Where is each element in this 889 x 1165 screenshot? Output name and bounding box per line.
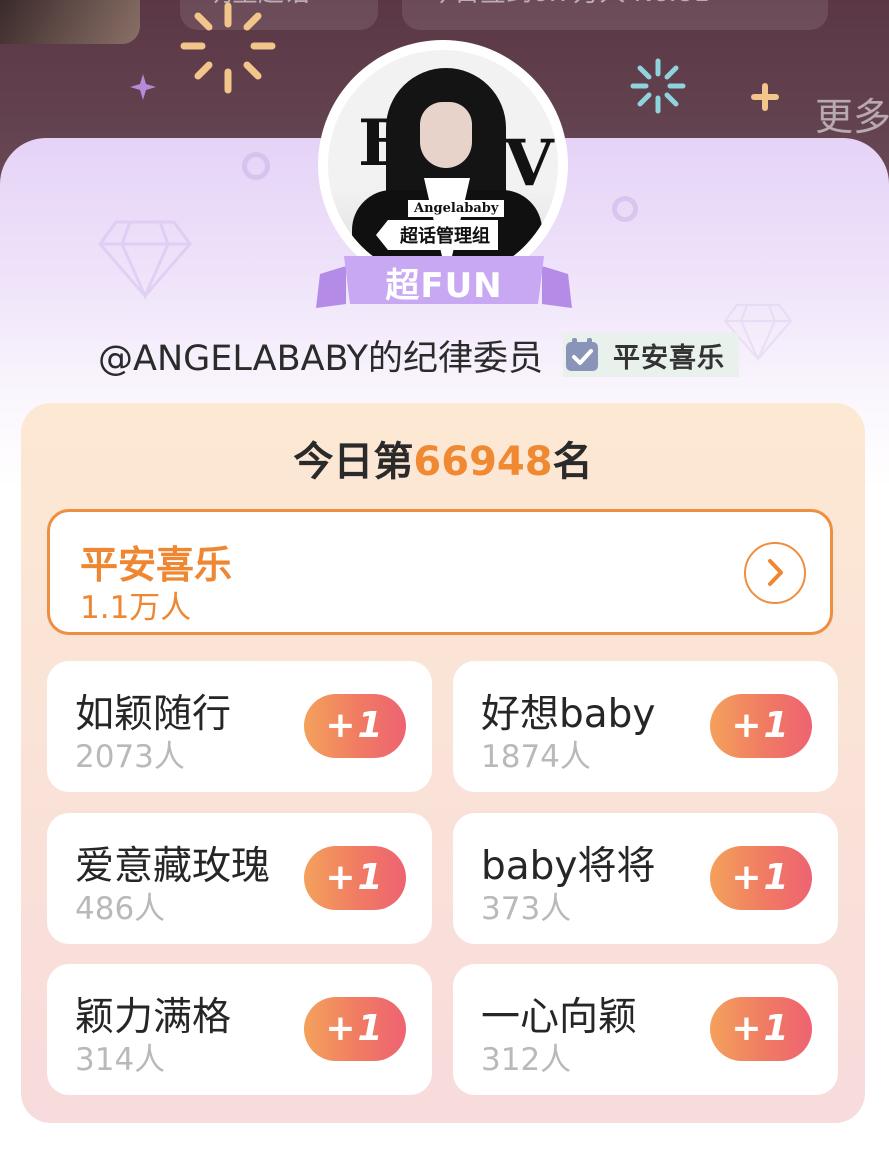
featured-title-option[interactable]: 平安喜乐 1.1万人 — [47, 509, 833, 635]
user-row: @ANGELABABY的纪律委员 平安喜乐 — [98, 330, 740, 381]
plus-one-button[interactable]: +1 — [710, 997, 812, 1061]
header-pill-checkin-stats-label: 今日签到6.7万人 No.81 — [428, 0, 710, 8]
rank-title: 今日第66948名 — [21, 429, 865, 487]
checkin-rank-card: 今日第66948名 平安喜乐 1.1万人 如颖随行 2073人 +1 好想bab… — [21, 403, 865, 1123]
username[interactable]: @ANGELABABY的纪律委员 — [98, 330, 543, 381]
title-option-count: 1874人 — [481, 739, 591, 775]
title-option[interactable]: 颖力满格 314人 +1 — [47, 964, 432, 1095]
community-cover-thumbnail[interactable] — [0, 0, 140, 44]
chevron-right-icon[interactable] — [744, 542, 806, 604]
title-option-count: 312人 — [481, 1042, 572, 1078]
sparkle-icon — [630, 58, 686, 114]
plus-sparkle-icon — [751, 83, 779, 111]
sparkle-icon — [180, 2, 276, 94]
title-option[interactable]: 好想baby 1874人 +1 — [453, 661, 838, 792]
avatar-magazine-letter: V — [504, 126, 554, 201]
avatar-caption-group: 超话管理组 — [376, 220, 498, 250]
title-option-count: 314人 — [75, 1042, 166, 1078]
plus-one-button[interactable]: +1 — [710, 694, 812, 758]
star-sparkle-icon — [130, 74, 156, 100]
avatar-caption-name: Angelababy — [408, 200, 505, 217]
more-link[interactable]: 更多 — [815, 86, 889, 141]
title-option-count: 2073人 — [75, 739, 185, 775]
featured-title-name: 平安喜乐 — [80, 543, 233, 587]
plus-one-button[interactable]: +1 — [304, 846, 406, 910]
rank-suffix: 名 — [552, 439, 593, 485]
title-option[interactable]: 如颖随行 2073人 +1 — [47, 661, 432, 792]
rank-number: 66948 — [413, 439, 553, 485]
plus-one-button[interactable]: +1 — [304, 694, 406, 758]
title-option-count: 486人 — [75, 891, 166, 927]
checkin-title-label: 平安喜乐 — [613, 342, 726, 374]
avatar-face-shape — [420, 102, 472, 168]
checkin-title-tag[interactable]: 平安喜乐 — [563, 333, 740, 377]
plus-one-button[interactable]: +1 — [304, 997, 406, 1061]
calendar-check-icon — [566, 338, 599, 371]
level-badge-label: 超FUN — [385, 266, 503, 306]
title-option[interactable]: baby将将 373人 +1 — [453, 813, 838, 944]
title-option-count: 373人 — [481, 891, 572, 927]
diamond-icon — [98, 220, 192, 300]
level-badge[interactable]: 超FUN — [316, 252, 572, 312]
decor-ring — [612, 196, 638, 222]
title-option[interactable]: 爱意藏玫瑰 486人 +1 — [47, 813, 432, 944]
avatar-photo: B V Angelababy 超话管理组 — [328, 50, 558, 280]
title-option[interactable]: 一心向颖 312人 +1 — [453, 964, 838, 1095]
header-pill-checkin-stats[interactable]: 今日签到6.7万人 No.81 — [402, 0, 828, 30]
decor-ring — [242, 152, 270, 180]
rank-prefix: 今日第 — [293, 439, 414, 485]
plus-one-button[interactable]: +1 — [710, 846, 812, 910]
featured-title-count: 1.1万人 — [80, 590, 192, 626]
